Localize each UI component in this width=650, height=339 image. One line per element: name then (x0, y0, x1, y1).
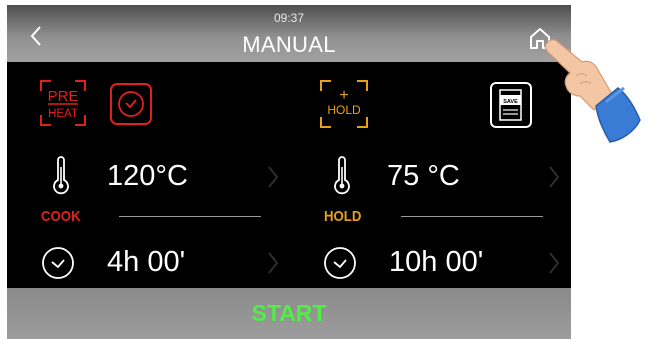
cook-time-chevron-icon[interactable] (266, 249, 280, 277)
save-button[interactable]: SAVE (489, 81, 533, 129)
cook-label: COOK (41, 208, 81, 225)
clock-icon (42, 247, 74, 279)
pointing-hand-icon (544, 39, 641, 143)
clock-icon (324, 247, 356, 279)
cook-temperature-chevron-icon[interactable] (266, 163, 280, 191)
header-bar: 09:37 MANUAL (7, 5, 571, 62)
oven-screen: 09:37 MANUAL PRE HEAT + HOLD SAVE 120°C … (7, 5, 571, 339)
save-label: SAVE (503, 99, 518, 105)
preheat-button[interactable]: PRE HEAT (39, 79, 87, 127)
cook-divider (119, 216, 261, 217)
hold-temperature-chevron-icon[interactable] (547, 163, 561, 191)
clock-icon (118, 91, 144, 117)
thermometer-icon (334, 156, 350, 195)
hold-divider (401, 216, 543, 217)
preheat-label-bottom: HEAT (48, 108, 78, 120)
preheat-label-top: PRE (48, 88, 79, 105)
page-title: MANUAL (242, 32, 336, 57)
timer-button[interactable] (109, 82, 153, 126)
cook-temperature-value[interactable]: 120°C (107, 160, 188, 193)
thermometer-icon (53, 156, 69, 195)
start-button[interactable]: START (7, 288, 571, 339)
hold-temperature-value[interactable]: 75 °C (387, 160, 460, 193)
hold-button-label: HOLD (327, 103, 361, 117)
hold-time-value[interactable]: 10h 00' (389, 246, 483, 279)
cook-time-value[interactable]: 4h 00' (107, 246, 185, 279)
clock-time: 09:37 (273, 11, 305, 25)
hold-button[interactable]: + HOLD (319, 79, 369, 129)
start-label: START (251, 300, 327, 326)
hold-label: HOLD (324, 208, 362, 225)
hold-time-chevron-icon[interactable] (547, 249, 561, 277)
hold-plus: + (339, 87, 348, 104)
